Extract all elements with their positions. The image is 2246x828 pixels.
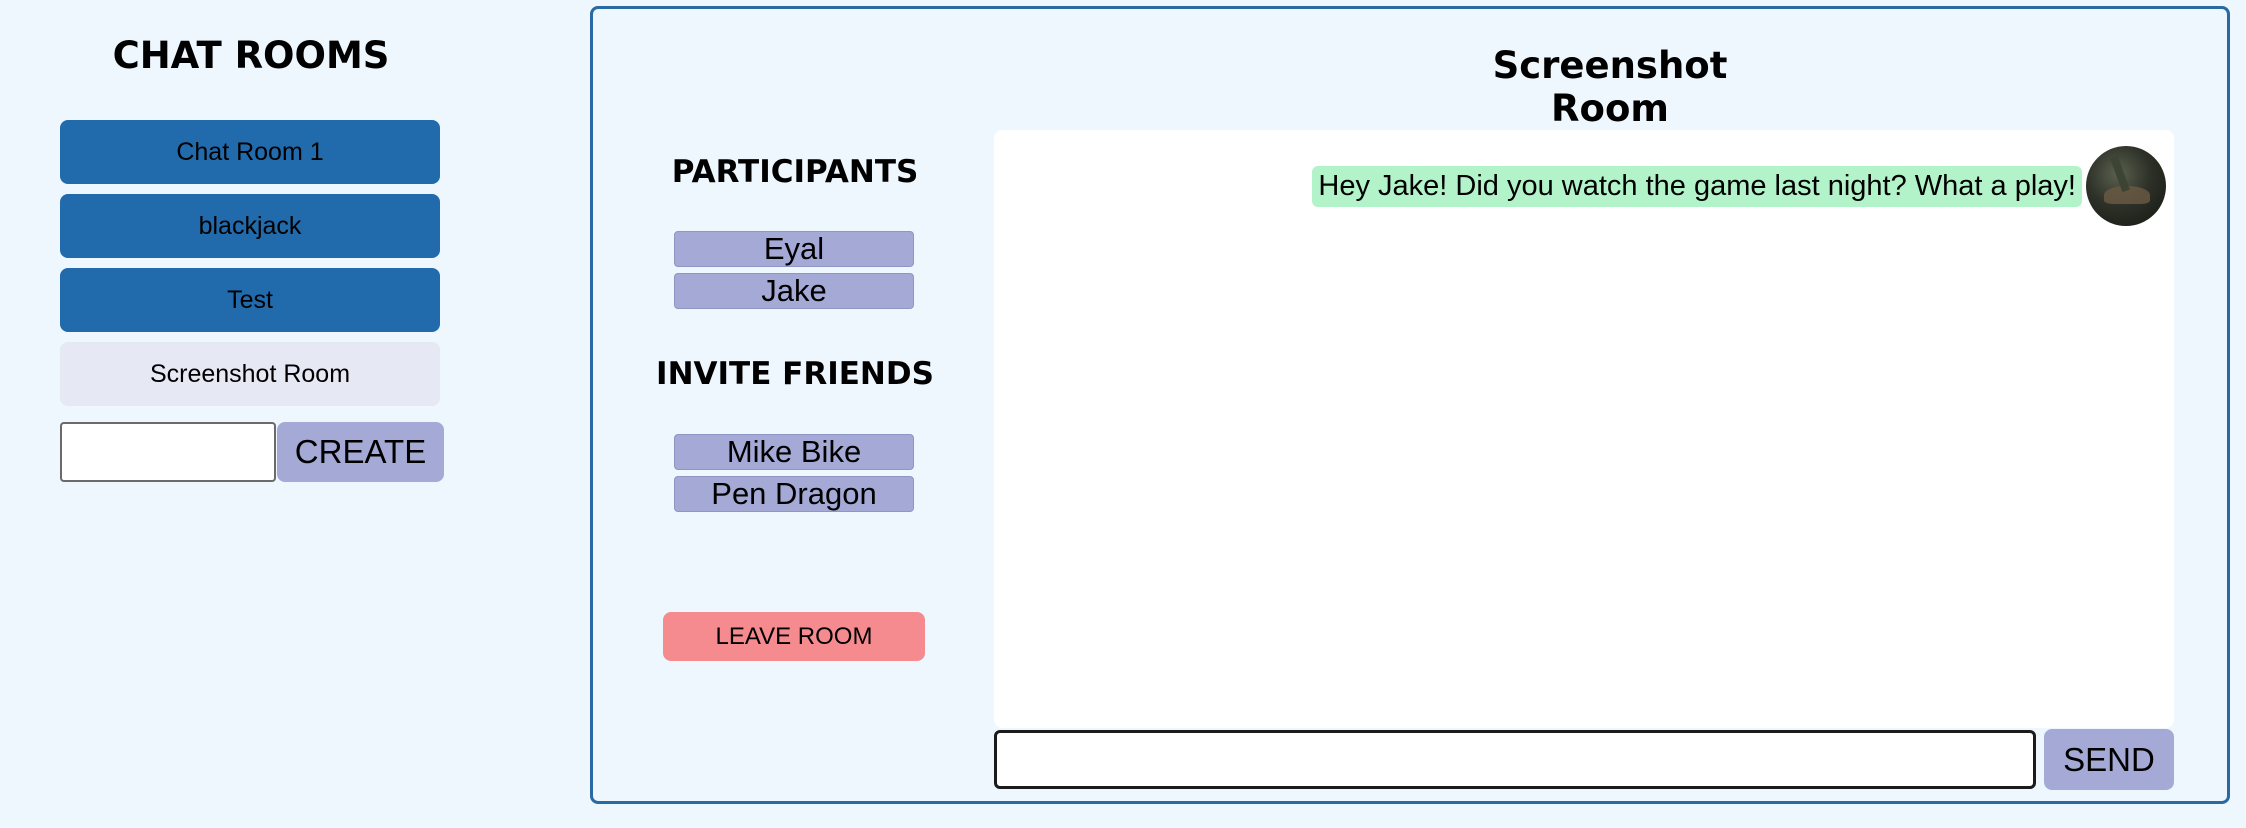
sidebar-title: CHAT ROOMS <box>112 34 390 77</box>
room-button-screenshot-room[interactable]: Screenshot Room <box>60 342 440 406</box>
room-title: Screenshot Room <box>1492 44 1728 130</box>
participant-chip-jake: Jake <box>674 273 914 309</box>
create-room-button[interactable]: CREATE <box>277 422 444 482</box>
new-room-name-input[interactable] <box>60 422 276 482</box>
message-bubble: Hey Jake! Did you watch the game last ni… <box>1312 165 2082 207</box>
room-button-test[interactable]: Test <box>60 268 440 332</box>
message-item: Hey Jake! Did you watch the game last ni… <box>1312 146 2166 226</box>
user-avatar <box>2086 146 2166 226</box>
chat-app: CHAT ROOMS Chat Room 1 blackjack Test Sc… <box>0 0 2246 828</box>
room-button-blackjack[interactable]: blackjack <box>60 194 440 258</box>
leave-room-button[interactable]: LEAVE ROOM <box>663 612 925 661</box>
room-button-chat-room-1[interactable]: Chat Room 1 <box>60 120 440 184</box>
send-button[interactable]: SEND <box>2044 729 2174 790</box>
message-input[interactable] <box>994 730 2036 789</box>
participant-chip-eyal: Eyal <box>674 231 914 267</box>
invite-friend-mike-bike[interactable]: Mike Bike <box>674 434 914 470</box>
invite-friend-pen-dragon[interactable]: Pen Dragon <box>674 476 914 512</box>
invite-friends-heading: INVITE FRIENDS <box>656 356 934 392</box>
message-list: Hey Jake! Did you watch the game last ni… <box>994 130 2174 728</box>
participants-heading: PARTICIPANTS <box>671 154 919 190</box>
